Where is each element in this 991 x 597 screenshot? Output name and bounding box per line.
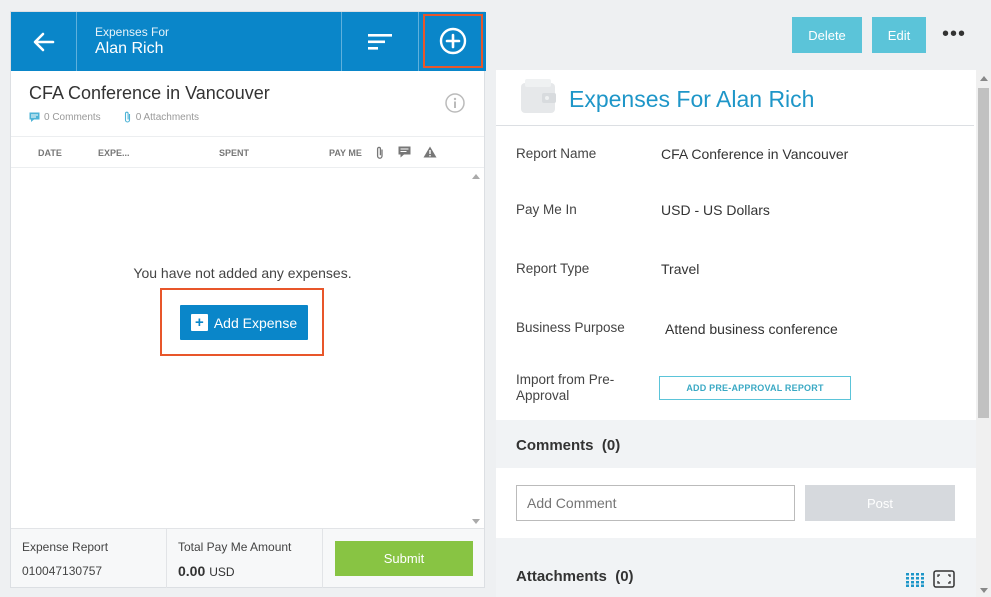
col-pay-me[interactable]: PAY ME (329, 148, 362, 158)
comments-count[interactable]: 0 Comments (44, 112, 101, 123)
total-amount-label: Total Pay Me Amount (178, 540, 292, 554)
total-amount-value: 0.00 (178, 563, 206, 579)
arrow-left-icon (33, 32, 54, 51)
post-comment-button[interactable]: Post (805, 485, 955, 521)
col-comment[interactable] (398, 146, 411, 160)
attachments-section-header: Attachments (0) (496, 538, 976, 597)
delete-button[interactable]: Delete (792, 17, 862, 53)
warning-icon (423, 146, 437, 158)
details-scrollbar[interactable] (976, 70, 991, 597)
header-title: Alan Rich (95, 40, 164, 57)
sort-lines-icon (368, 33, 392, 50)
back-button[interactable] (11, 12, 77, 71)
attachments-count[interactable]: 0 Attachments (136, 112, 199, 123)
expense-report-cell: Expense Report 010047130757 (11, 529, 167, 588)
total-amount-currency: USD (209, 565, 235, 579)
pay-me-in-value: USD - US Dollars (661, 202, 770, 218)
business-purpose-value: Attend business conference (665, 321, 838, 337)
expense-report-label: Expense Report (22, 540, 109, 554)
add-expense-button[interactable]: + Add Expense (180, 305, 308, 340)
list-scrollbar[interactable] (470, 172, 482, 526)
comments-section-header: Comments (0) (496, 420, 976, 468)
report-name-label: Report Name (516, 146, 597, 161)
plus-circle-icon (439, 27, 467, 55)
details-header: Expenses For Alan Rich (496, 70, 974, 126)
col-attachment[interactable] (375, 146, 385, 161)
comment-icon (29, 112, 40, 122)
total-amount-cell: Total Pay Me Amount 0.00 USD (167, 529, 323, 588)
paperclip-icon (124, 111, 130, 123)
scroll-down-icon[interactable] (472, 519, 480, 524)
report-type-value: Travel (661, 261, 700, 277)
report-name: CFA Conference in Vancouver (29, 83, 270, 103)
comments-title: Comments (0) (516, 437, 621, 454)
expense-table-header: DATE EXPE... SPENT PAY ME (11, 138, 484, 168)
add-comment-input[interactable] (516, 485, 795, 521)
add-expense-highlight: + Add Expense (160, 288, 324, 356)
col-date[interactable]: DATE (38, 148, 62, 158)
header-subtitle: Expenses For (95, 25, 170, 39)
add-expense-label: Add Expense (213, 314, 298, 331)
expense-list-empty: You have not added any expenses. + Add E… (11, 168, 484, 528)
report-summary: CFA Conference in Vancouver 0 Comments 0… (11, 71, 484, 137)
scroll-up-icon[interactable] (472, 174, 480, 179)
business-purpose-label: Business Purpose (516, 320, 625, 335)
report-details-panel: Expenses For Alan Rich Report Name CFA C… (496, 70, 976, 597)
paperclip-icon (376, 146, 383, 159)
expense-list-panel: Expenses For Alan Rich CFA Conference in… (10, 11, 486, 588)
plus-icon: + (190, 314, 208, 331)
attachments-title: Attachments (0) (516, 568, 634, 585)
total-amount: 0.00 USD (178, 563, 235, 579)
header-title-block: Expenses For Alan Rich (95, 25, 169, 59)
report-type-label: Report Type (516, 261, 590, 276)
col-alert[interactable] (423, 146, 437, 160)
more-options-button[interactable]: ••• (940, 22, 968, 46)
empty-message: You have not added any expenses. (133, 265, 352, 281)
col-spent[interactable]: SPENT (219, 148, 249, 158)
list-footer: Expense Report 010047130757 Total Pay Me… (11, 528, 484, 588)
add-preapproval-button[interactable]: ADD PRE-APPROVAL REPORT (659, 376, 851, 400)
comment-icon (398, 146, 411, 158)
expense-report-number: 010047130757 (22, 564, 103, 578)
info-icon (445, 93, 465, 113)
report-meta: 0 Comments 0 Attachments (29, 111, 199, 123)
scroll-down-icon[interactable] (980, 588, 988, 593)
edit-button[interactable]: Edit (872, 17, 926, 53)
expand-view-icon[interactable] (933, 570, 955, 588)
wallet-icon (521, 79, 556, 113)
grid-view-icon[interactable] (906, 573, 924, 587)
col-expense[interactable]: EXPE... (98, 148, 130, 158)
report-info-button[interactable] (445, 93, 465, 113)
scroll-thumb[interactable] (978, 88, 989, 418)
import-preapproval-label: Import from Pre-Approval (516, 372, 615, 403)
details-title: Expenses For Alan Rich (569, 86, 815, 112)
list-header: Expenses For Alan Rich (11, 12, 486, 71)
sort-button[interactable] (341, 12, 419, 71)
submit-button[interactable]: Submit (335, 541, 473, 576)
report-name-value: CFA Conference in Vancouver (661, 146, 849, 162)
add-expense-header-button[interactable] (423, 14, 483, 68)
scroll-up-icon[interactable] (980, 76, 988, 81)
pay-me-in-label: Pay Me In (516, 202, 577, 217)
